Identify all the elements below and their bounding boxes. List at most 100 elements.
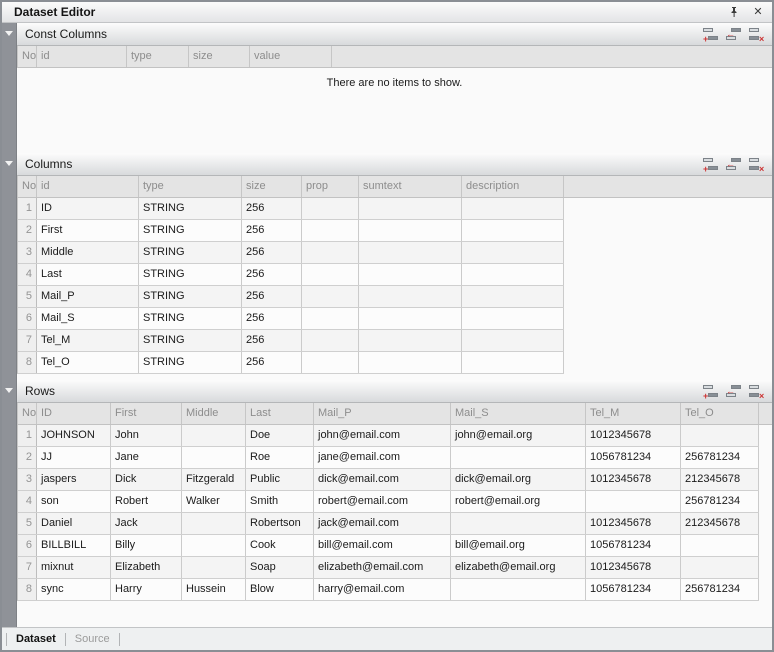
cell-id[interactable]: son [37,491,111,512]
cell-tel_m[interactable]: 1056781234 [586,535,681,556]
cell-middle[interactable]: Fitzgerald [182,469,246,490]
cell-sumtext[interactable] [359,264,462,285]
cell-prop[interactable] [302,286,359,307]
table-row[interactable]: 2FirstSTRING256 [18,220,564,242]
cell-description[interactable] [462,198,564,219]
cell-tel_m[interactable] [586,491,681,512]
cell-first[interactable]: Elizabeth [111,557,182,578]
cell-description[interactable] [462,352,564,373]
cell-size[interactable]: 256 [242,264,302,285]
add-row-icon[interactable]: + [703,384,720,399]
cell-mail_s[interactable]: robert@email.org [451,491,586,512]
cell-last[interactable]: Blow [246,579,314,600]
column-header-mail_s[interactable]: Mail_S [451,403,586,424]
cell-mail_s[interactable]: dick@email.org [451,469,586,490]
row-number[interactable]: 6 [18,535,37,556]
cell-mail_s[interactable]: bill@email.org [451,535,586,556]
cell-sumtext[interactable] [359,308,462,329]
cell-type[interactable]: STRING [139,198,242,219]
cell-tel_m[interactable]: 1056781234 [586,447,681,468]
add-row-icon[interactable]: + [703,27,720,42]
column-header-mail_p[interactable]: Mail_P [314,403,451,424]
column-header-no[interactable]: No [18,403,37,424]
row-number[interactable]: 7 [18,557,37,578]
cell-first[interactable]: Billy [111,535,182,556]
cell-id[interactable]: ID [37,198,139,219]
cell-prop[interactable] [302,220,359,241]
cell-sumtext[interactable] [359,330,462,351]
cell-tel_o[interactable]: 212345678 [681,469,759,490]
cell-mail_p[interactable]: dick@email.com [314,469,451,490]
column-header-description[interactable]: description [462,176,564,197]
cell-id[interactable]: Middle [37,242,139,263]
cell-tel_o[interactable]: 256781234 [681,491,759,512]
cell-tel_o[interactable]: 256781234 [681,447,759,468]
cell-last[interactable]: Smith [246,491,314,512]
cell-sumtext[interactable] [359,242,462,263]
delete-row-icon[interactable]: × [749,157,766,172]
insert-row-icon[interactable]: ← [726,384,743,399]
delete-row-icon[interactable]: × [749,27,766,42]
table-row[interactable]: 4sonRobertWalkerSmithrobert@email.comrob… [18,491,759,513]
insert-row-icon[interactable]: ← [726,157,743,172]
delete-row-icon[interactable]: × [749,384,766,399]
cell-size[interactable]: 256 [242,286,302,307]
column-header-value[interactable]: value [250,46,332,67]
cell-tel_o[interactable]: 212345678 [681,513,759,534]
cell-mail_p[interactable]: bill@email.com [314,535,451,556]
row-number[interactable]: 6 [18,308,37,329]
cell-last[interactable]: Doe [246,425,314,446]
cell-prop[interactable] [302,264,359,285]
cell-description[interactable] [462,220,564,241]
column-header-id[interactable]: id [37,176,139,197]
cell-mail_p[interactable]: jack@email.com [314,513,451,534]
cell-first[interactable]: Harry [111,579,182,600]
table-row[interactable]: 5DanielJackRobertsonjack@email.com101234… [18,513,759,535]
row-number[interactable]: 2 [18,447,37,468]
cell-tel_o[interactable]: 256781234 [681,579,759,600]
cell-last[interactable]: Cook [246,535,314,556]
row-number[interactable]: 7 [18,330,37,351]
cell-sumtext[interactable] [359,220,462,241]
cell-id[interactable]: JOHNSON [37,425,111,446]
cell-first[interactable]: Robert [111,491,182,512]
cell-type[interactable]: STRING [139,308,242,329]
column-header-no[interactable]: No [18,46,37,67]
cell-middle[interactable]: Hussein [182,579,246,600]
cell-first[interactable]: John [111,425,182,446]
cell-id[interactable]: jaspers [37,469,111,490]
cell-id[interactable]: Last [37,264,139,285]
cell-id[interactable]: JJ [37,447,111,468]
row-number[interactable]: 1 [18,425,37,446]
cell-middle[interactable] [182,425,246,446]
table-row[interactable]: 7mixnutElizabethSoapelizabeth@email.come… [18,557,759,579]
cell-prop[interactable] [302,330,359,351]
cell-size[interactable]: 256 [242,198,302,219]
row-number[interactable]: 4 [18,264,37,285]
cell-prop[interactable] [302,352,359,373]
table-row[interactable]: 3MiddleSTRING256 [18,242,564,264]
cell-last[interactable]: Soap [246,557,314,578]
cell-mail_p[interactable]: robert@email.com [314,491,451,512]
cell-size[interactable]: 256 [242,308,302,329]
cell-description[interactable] [462,308,564,329]
chevron-down-icon[interactable] [5,161,13,166]
cell-first[interactable]: Jack [111,513,182,534]
column-header-middle[interactable]: Middle [182,403,246,424]
cell-sumtext[interactable] [359,286,462,307]
cell-middle[interactable] [182,513,246,534]
chevron-down-icon[interactable] [5,31,13,36]
cell-size[interactable]: 256 [242,242,302,263]
cell-tel_m[interactable]: 1012345678 [586,425,681,446]
tab-dataset[interactable]: Dataset [16,633,56,645]
cell-id[interactable]: Tel_M [37,330,139,351]
column-header-type[interactable]: type [127,46,189,67]
column-header-tel_m[interactable]: Tel_M [586,403,681,424]
cell-first[interactable]: Jane [111,447,182,468]
row-number[interactable]: 3 [18,242,37,263]
row-number[interactable]: 1 [18,198,37,219]
cell-id[interactable]: BILLBILL [37,535,111,556]
cell-description[interactable] [462,286,564,307]
table-row[interactable]: 6Mail_SSTRING256 [18,308,564,330]
row-number[interactable]: 8 [18,579,37,600]
